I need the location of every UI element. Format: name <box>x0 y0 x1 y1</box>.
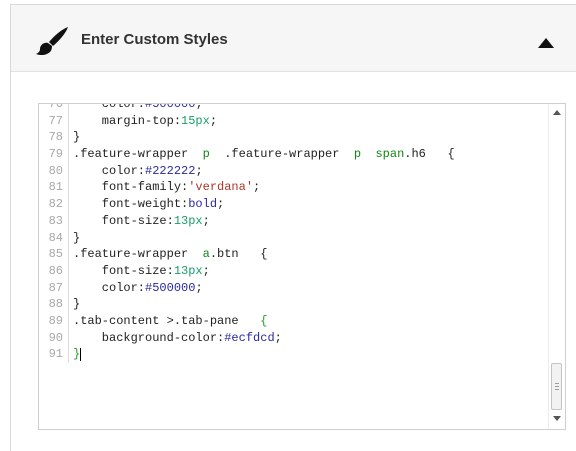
line-number: 82 <box>39 196 69 213</box>
code-line[interactable]: 76 color:#500000; <box>39 104 455 113</box>
code-token: .feature-wrapper <box>73 147 203 162</box>
code-token: .btn { <box>209 247 268 262</box>
code-token: p <box>202 147 210 162</box>
code-token: #ecfdcd <box>224 330 275 345</box>
code-token: .feature-wrapper <box>73 247 203 262</box>
code-token: background-color: <box>73 330 225 345</box>
code-line[interactable]: 83 font-size:13px; <box>39 212 455 230</box>
code-token: ; <box>253 180 261 195</box>
code-token: } <box>73 230 81 245</box>
code-line[interactable]: 88} <box>39 296 455 313</box>
code-token: font-size: <box>73 213 174 228</box>
code-token: ; <box>195 104 203 111</box>
line-number: 87 <box>39 279 69 297</box>
code-token: ; <box>217 197 225 212</box>
text-cursor <box>80 347 82 361</box>
code-token: 'verdana' <box>188 180 254 195</box>
code-token: 13px <box>173 263 203 278</box>
code-token: span <box>375 147 405 162</box>
line-number: 84 <box>39 229 69 247</box>
grip-line <box>555 389 559 390</box>
code-line[interactable]: 77 margin-top:15px; <box>39 112 455 130</box>
line-number: 90 <box>39 329 69 347</box>
code-lines: 76 color:#500000; 77 margin-top:15px; 78} 7… <box>39 104 455 364</box>
line-number: 86 <box>39 262 69 280</box>
code-token: font-weight: <box>73 197 189 212</box>
code-line[interactable]: 82 font-weight:bold; <box>39 196 455 213</box>
code-token: ; <box>195 280 203 295</box>
scrollbar-thumb[interactable] <box>551 363 562 410</box>
code-token: ; <box>195 163 203 178</box>
code-token: #500000 <box>145 104 196 111</box>
line-number: 77 <box>39 112 69 130</box>
code-token: color: <box>73 163 146 178</box>
paintbrush-icon <box>36 27 68 56</box>
line-number: 89 <box>39 312 69 330</box>
code-line[interactable]: 90 background-color:#ecfdcd; <box>39 329 455 347</box>
code-line[interactable]: 89 .tab-content >.tab-pane { <box>39 312 455 330</box>
code-token: p <box>353 147 362 162</box>
code-line[interactable]: 84} <box>39 229 455 247</box>
line-number: 79 <box>39 146 69 163</box>
vertical-scrollbar[interactable] <box>548 104 565 429</box>
code-token: 13px <box>173 213 203 228</box>
code-token: } <box>73 347 81 362</box>
code-line[interactable]: 85 .feature-wrapper a.btn { <box>39 246 455 263</box>
line-number: 91 <box>39 346 69 364</box>
code-area[interactable]: 76 color:#500000; 77 margin-top:15px; 78} 7… <box>39 104 547 429</box>
code-token: .h6 { <box>404 147 455 162</box>
code-token: ; <box>202 213 210 228</box>
code-token: color: <box>73 280 146 295</box>
scroll-down-arrow-icon[interactable] <box>553 416 561 421</box>
code-token: font-size: <box>73 263 174 278</box>
css-code-editor[interactable]: 76 color:#500000; 77 margin-top:15px; 78} 7… <box>38 103 566 430</box>
line-number: 80 <box>39 162 69 180</box>
line-number: 88 <box>39 296 69 313</box>
code-line[interactable]: 80 color:#222222; <box>39 162 455 180</box>
line-number: 76 <box>39 104 69 113</box>
code-token: 15px <box>181 113 210 128</box>
code-token: #222222 <box>145 163 196 178</box>
panel-header[interactable]: Enter Custom Styles <box>11 5 576 72</box>
code-line[interactable]: 87 color:#500000; <box>39 279 455 297</box>
code-token: margin-top: <box>73 113 182 128</box>
caret-up-icon[interactable] <box>538 38 554 48</box>
code-token: ; <box>202 263 210 278</box>
code-token: bold <box>188 197 218 212</box>
code-line[interactable]: 81 font-family:'verdana'; <box>39 179 455 197</box>
grip-line <box>555 386 559 387</box>
line-number: 81 <box>39 179 69 197</box>
code-token: { <box>260 313 268 328</box>
code-line[interactable]: 79 .feature-wrapper p .feature-wrapper p … <box>39 146 455 163</box>
code-token: } <box>73 130 81 145</box>
code-line[interactable]: 86 font-size:13px; <box>39 262 455 280</box>
panel-title: Enter Custom Styles <box>81 31 228 48</box>
code-token: .tab-content >.tab-pane <box>73 313 261 328</box>
code-token: .feature-wrapper <box>209 147 354 162</box>
grip-line <box>555 383 559 384</box>
custom-styles-panel: Enter Custom Styles 76 color:#500000; 77 … <box>10 4 576 451</box>
scroll-up-arrow-icon[interactable] <box>553 110 561 115</box>
code-line[interactable]: 78} <box>39 129 455 147</box>
line-number: 78 <box>39 129 69 147</box>
code-token: a <box>202 247 210 262</box>
line-number: 85 <box>39 246 69 263</box>
line-number: 83 <box>39 212 69 230</box>
code-token: ; <box>209 113 218 128</box>
code-token: font-family: <box>73 180 189 195</box>
code-line[interactable]: 91} <box>39 346 455 364</box>
code-token: color: <box>73 104 146 111</box>
code-token: } <box>73 297 81 312</box>
code-token: ; <box>274 330 282 345</box>
code-token: #500000 <box>145 280 196 295</box>
